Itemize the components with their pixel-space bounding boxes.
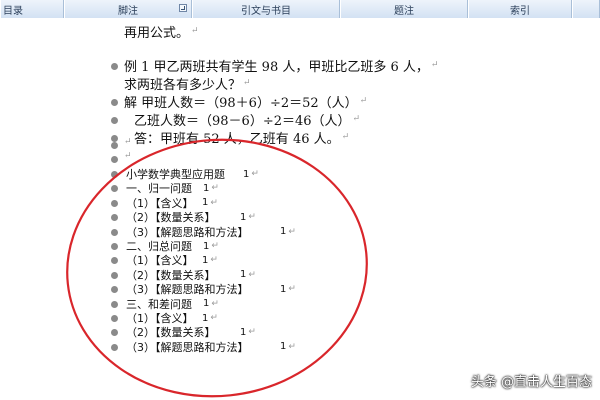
- paragraph-mark-icon: ↵: [288, 226, 296, 237]
- toc-page-number: 1: [203, 298, 210, 310]
- ribbon-group-footnotes[interactable]: 脚注: [64, 0, 192, 18]
- ribbon-group-label: 索引: [510, 5, 530, 17]
- paragraph-bullet-icon: [111, 214, 118, 222]
- paragraph-mark-icon: ↵: [341, 132, 350, 142]
- paragraph-bullet-icon: [111, 99, 118, 106]
- paragraph-mark-icon: ↵: [124, 151, 132, 161]
- toc-page-number: 1: [203, 182, 210, 194]
- paragraph-mark-icon: ↵: [243, 78, 251, 88]
- paragraph-bullet-icon: [111, 300, 118, 308]
- toc-page-number: 1: [202, 197, 209, 209]
- paragraph-bullet-icon: [111, 315, 118, 322]
- paragraph-mark-icon: ↵: [211, 298, 219, 309]
- toc-page-number: 1: [240, 269, 247, 281]
- paragraph-mark-icon: ↵: [211, 183, 219, 194]
- toc-page-cell: 1 ↵: [280, 224, 296, 240]
- toc-page-number: 1: [203, 240, 210, 252]
- ribbon-group-label: 题注: [394, 5, 414, 17]
- paragraph-bullet-icon: [111, 199, 118, 207]
- toc-entry[interactable]: （3）【解题思路和方法】: [126, 339, 249, 355]
- paragraph-bullet-icon: [111, 171, 118, 178]
- toc-page-number: 1: [280, 226, 287, 238]
- watermark: 头条 @直击人生百态: [470, 375, 592, 390]
- ribbon-group-bar: 目录 脚注 引文与书目 题注 索引: [0, 0, 600, 18]
- toc-page-number: 1: [243, 168, 250, 180]
- paragraph-bullet-icon: [111, 286, 118, 294]
- paragraph-mark-icon: ↵: [288, 341, 296, 352]
- paragraph-mark-icon: ↵: [210, 197, 218, 208]
- ribbon-group-index[interactable]: 索引: [468, 0, 572, 18]
- paragraph-mark-icon: ↵: [248, 212, 256, 223]
- paragraph-bullet-icon: [111, 135, 118, 142]
- ribbon-group-captions[interactable]: 题注: [340, 0, 468, 18]
- line-text: 答：甲班有 52 人，乙班有 46 人。: [134, 131, 340, 147]
- toc-page-number: 1: [202, 312, 209, 324]
- paragraph-mark-icon: ↵: [248, 327, 256, 338]
- toc-page-number: 1: [240, 326, 247, 338]
- paragraph-mark-icon: ↵: [124, 137, 132, 147]
- paragraph-bullet-icon: [111, 271, 118, 279]
- paragraph-bullet-icon: [111, 117, 118, 124]
- paragraph-mark-icon: ↵: [251, 169, 259, 179]
- paragraph-mark-icon: ↵: [288, 284, 296, 295]
- toc-page-number: 1: [280, 341, 287, 353]
- doc-line[interactable]: 再用公式。 ↵: [124, 20, 199, 42]
- toc-page-number: 1: [240, 211, 247, 223]
- paragraph-bullet-icon: [111, 228, 118, 236]
- paragraph-bullet-icon: [111, 63, 118, 70]
- dialog-launcher-icon[interactable]: [179, 4, 187, 12]
- ribbon-group-toc[interactable]: 目录: [0, 0, 64, 18]
- paragraph-mark-icon: ↵: [191, 26, 199, 36]
- paragraph-bullet-icon: [111, 142, 118, 149]
- doc-line[interactable]: 答：甲班有 52 人，乙班有 46 人。 ↵: [134, 126, 349, 148]
- empty-paragraph[interactable]: ↵: [122, 148, 132, 164]
- paragraph-bullet-icon: [111, 156, 118, 163]
- paragraph-bullet-icon: [111, 343, 118, 351]
- toc-page-number: 1: [280, 283, 287, 295]
- paragraph-mark-icon: ↵: [248, 269, 256, 280]
- ribbon-group-label: 引文与书目: [241, 5, 291, 17]
- ribbon-group-label: 脚注: [118, 5, 138, 17]
- paragraph-mark-icon: ↵: [352, 114, 361, 124]
- paragraph-bullet-icon: [111, 257, 118, 265]
- paragraph-bullet-icon: [111, 243, 118, 250]
- paragraph-mark-icon: ↵: [359, 96, 368, 106]
- toc-page-cell: 1 ↵: [280, 281, 296, 297]
- paragraph-bullet-icon: [111, 185, 118, 193]
- ribbon-group-overflow: [572, 0, 600, 18]
- paragraph-mark-icon: ↵: [210, 313, 218, 323]
- paragraph-mark-icon: ↵: [430, 60, 439, 70]
- paragraph-mark-icon: ↵: [210, 255, 218, 266]
- ribbon-group-label: 目录: [3, 5, 23, 17]
- line-text: 再用公式。: [124, 25, 190, 41]
- paragraph-bullet-icon: [111, 329, 118, 337]
- ribbon-group-citations[interactable]: 引文与书目: [192, 0, 340, 18]
- document-page[interactable]: 再用公式。 ↵ 例 1 甲乙两班共有学生 98 人，甲班比乙班多 6 人， ↵ 求两…: [0, 18, 600, 400]
- toc-page-cell: 1 ↵: [280, 339, 296, 355]
- toc-page-cell: 1 ↵: [243, 166, 259, 182]
- toc-page-number: 1: [202, 254, 209, 266]
- paragraph-mark-icon: ↵: [211, 241, 219, 251]
- toc-entry-text: （3）【解题思路和方法】: [126, 340, 249, 354]
